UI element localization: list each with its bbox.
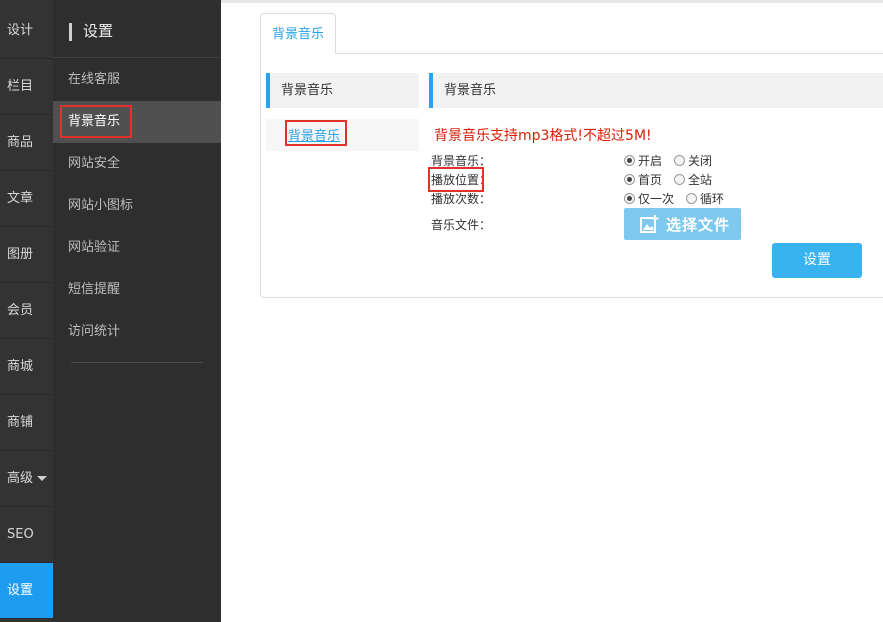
- submenu-item-site-security[interactable]: 网站安全: [53, 143, 221, 185]
- submenu-title-text: 设置: [83, 22, 114, 40]
- radio-unchecked-icon[interactable]: [686, 193, 697, 204]
- field-label-music-file: 音乐文件：: [431, 218, 492, 232]
- choose-file-button[interactable]: 选择文件: [624, 208, 741, 240]
- divider: [53, 57, 221, 58]
- radio-music-off[interactable]: 关闭: [674, 152, 712, 169]
- rail-item-settings[interactable]: 设置: [0, 563, 53, 619]
- rail-item-columns[interactable]: 栏目: [0, 59, 53, 115]
- rail-label: 商城: [7, 359, 34, 374]
- option-label: 全站: [688, 173, 713, 187]
- option-label: 关闭: [688, 154, 713, 168]
- radio-unchecked-icon[interactable]: [674, 174, 685, 185]
- option-label: 开启: [638, 154, 663, 168]
- rail-item-products[interactable]: 商品: [0, 115, 53, 171]
- title-bar: [69, 22, 72, 41]
- primary-nav-rail: 设计 栏目 商品 文章 图册 会员 商城 商铺 高级 SEO 设置: [0, 0, 53, 622]
- submenu-title: 设置: [69, 18, 113, 44]
- divider: [71, 362, 203, 363]
- submenu-item-online-service[interactable]: 在线客服: [53, 59, 221, 101]
- radio-unchecked-icon[interactable]: [674, 155, 685, 166]
- rail-label: 文章: [7, 191, 34, 206]
- rail-item-articles[interactable]: 文章: [0, 171, 53, 227]
- radio-count-once[interactable]: 仅一次: [624, 190, 674, 207]
- rail-item-shops[interactable]: 商铺: [0, 395, 53, 451]
- tab-background-music[interactable]: 背景音乐: [260, 13, 336, 54]
- rail-label: 商品: [7, 135, 34, 150]
- rail-label: 图册: [7, 247, 34, 262]
- rail-label: 设计: [7, 23, 34, 38]
- submit-settings-button[interactable]: 设置: [772, 243, 862, 278]
- caret-down-icon: [37, 476, 48, 481]
- radio-checked-icon[interactable]: [624, 155, 635, 166]
- rail-item-seo[interactable]: SEO: [0, 507, 53, 563]
- settings-submenu: 设置 在线客服 背景音乐 网站安全 网站小图标 网站验证 短信提醒 访问统计: [53, 0, 221, 622]
- rail-item-mall[interactable]: 商城: [0, 339, 53, 395]
- rail-label: 高级: [7, 471, 34, 486]
- highlight-box: [285, 120, 347, 146]
- rail-label: SEO: [7, 527, 34, 542]
- radio-checked-icon[interactable]: [624, 193, 635, 204]
- submenu-item-favicon[interactable]: 网站小图标: [53, 185, 221, 227]
- highlight-box: [60, 105, 132, 138]
- option-label: 首页: [638, 173, 663, 187]
- rail-label: 商铺: [7, 415, 34, 430]
- highlight-box: [428, 167, 484, 192]
- rail-item-albums[interactable]: 图册: [0, 227, 53, 283]
- radio-position-site[interactable]: 全站: [674, 171, 712, 188]
- submenu-item-site-verification[interactable]: 网站验证: [53, 227, 221, 269]
- choose-file-label: 选择文件: [666, 215, 731, 234]
- top-border: [221, 0, 883, 3]
- rail-item-advanced[interactable]: 高级: [0, 451, 53, 507]
- field-label-play-count: 播放次数：: [431, 192, 492, 206]
- rail-label: 会员: [7, 303, 34, 318]
- rail-label: 栏目: [7, 79, 34, 94]
- format-notice: 背景音乐支持mp3格式!不超过5M!: [434, 128, 652, 144]
- option-label: 循环: [700, 192, 725, 206]
- submenu-item-visit-stats[interactable]: 访问统计: [53, 311, 221, 353]
- rail-item-design[interactable]: 设计: [0, 3, 53, 59]
- submenu-item-sms-reminder[interactable]: 短信提醒: [53, 269, 221, 311]
- radio-count-loop[interactable]: 循环: [686, 190, 724, 207]
- side-heading: 背景音乐: [266, 73, 419, 108]
- image-upload-icon: [640, 215, 659, 233]
- main-heading: 背景音乐: [429, 73, 883, 108]
- radio-checked-icon[interactable]: [624, 174, 635, 185]
- option-label: 仅一次: [638, 192, 675, 206]
- rail-label: 设置: [7, 583, 34, 598]
- radio-position-home[interactable]: 首页: [624, 171, 662, 188]
- rail-item-members[interactable]: 会员: [0, 283, 53, 339]
- radio-music-on[interactable]: 开启: [624, 152, 662, 169]
